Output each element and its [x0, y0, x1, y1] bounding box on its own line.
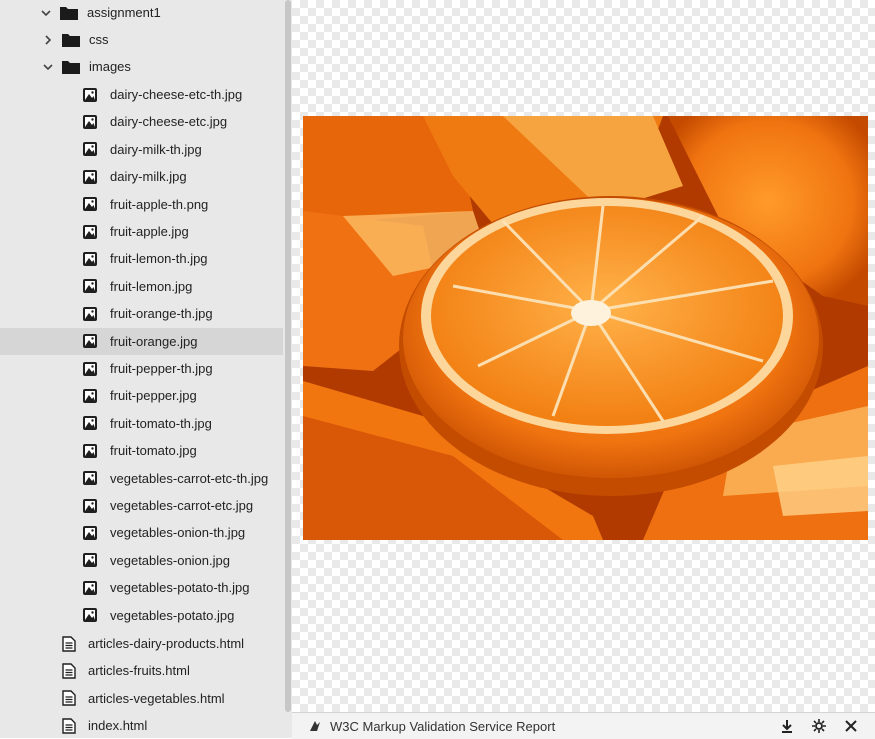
html-file-icon [62, 635, 76, 652]
image-file-icon [82, 361, 98, 377]
tree-file-label: fruit-pepper-th.jpg [110, 361, 213, 376]
orange-image [303, 116, 868, 540]
folder-icon [60, 6, 78, 20]
image-file-icon [82, 525, 98, 541]
tree-file-image[interactable]: vegetables-onion.jpg [0, 547, 292, 574]
chevron-down-icon[interactable] [42, 61, 54, 73]
tree-file-image[interactable]: fruit-orange.jpg [0, 327, 292, 355]
image-file-icon [82, 388, 98, 404]
image-file-icon [82, 251, 98, 267]
tree-file-label: fruit-pepper.jpg [110, 388, 197, 404]
tree-file-image[interactable]: vegetables-onion-th.jpg [0, 519, 292, 546]
tree-file-image[interactable]: dairy-cheese-etc.jpg [0, 108, 292, 135]
tree-file-label: fruit-lemon-th.jpg [110, 251, 208, 267]
image-file-icon [82, 278, 98, 294]
tree-folder-assignment1[interactable]: assignment1 [0, 0, 292, 26]
tree-file-label: fruit-orange.jpg [110, 333, 198, 349]
image-file-icon [82, 498, 98, 514]
tree-file-label: fruit-orange-th.jpg [110, 306, 213, 322]
image-file-icon [82, 196, 98, 212]
tree-file-label: dairy-milk-th.jpg [110, 141, 202, 157]
tree-folder-css[interactable]: css [0, 26, 292, 53]
image-file-icon [82, 306, 98, 322]
tree-file-label: fruit-lemon.jpg [110, 278, 193, 294]
folder-icon [62, 33, 80, 47]
folder-icon [62, 60, 80, 74]
tree-file-image[interactable]: fruit-apple.jpg [0, 218, 292, 245]
image-file-icon [82, 580, 98, 596]
tree-file-label: vegetables-potato.jpg [110, 607, 235, 623]
tree-file-label: fruit-tomato-th.jpg [110, 415, 212, 431]
tree-file-image[interactable]: vegetables-carrot-etc.jpg [0, 492, 292, 519]
w3c-validator-icon [308, 719, 322, 733]
tree-file-image[interactable]: fruit-pepper-th.jpg [0, 355, 292, 382]
tree-file-label: index.html [88, 718, 148, 734]
validation-panel-header: W3C Markup Validation Service Report [292, 712, 875, 739]
tree-file-image[interactable]: dairy-milk.jpg [0, 163, 292, 190]
html-file-icon [62, 663, 76, 679]
tree-file-image[interactable]: fruit-lemon-th.jpg [0, 245, 292, 272]
tree-file-label: dairy-cheese-etc-th.jpg [110, 87, 243, 102]
tree-file-image[interactable]: fruit-orange-th.jpg [0, 300, 292, 327]
tree-file-image[interactable]: fruit-pepper.jpg [0, 382, 292, 409]
tree-file-image[interactable]: vegetables-potato.jpg [0, 602, 292, 629]
tree-file-label: articles-fruits.html [88, 663, 190, 679]
tree-file-html[interactable]: articles-dairy-products.html [0, 630, 292, 657]
orange-photo [303, 116, 868, 540]
tree-folder-label: images [89, 59, 131, 74]
image-file-icon [82, 114, 98, 130]
tree-file-image[interactable]: dairy-cheese-etc-th.jpg [0, 81, 292, 108]
tree-file-label: dairy-cheese-etc.jpg [110, 114, 228, 130]
tree-file-image[interactable]: vegetables-carrot-etc-th.jpg [0, 465, 292, 492]
tree-file-label: fruit-apple.jpg [110, 224, 189, 239]
tree-file-label: fruit-apple-th.png [110, 196, 209, 212]
download-icon[interactable] [779, 718, 795, 734]
settings-icon[interactable] [811, 718, 827, 734]
tree-file-html[interactable]: index.html [0, 712, 292, 738]
tree-file-label: vegetables-onion.jpg [110, 552, 230, 568]
tree-file-label: vegetables-potato-th.jpg [110, 580, 250, 596]
tree-file-image[interactable]: vegetables-potato-th.jpg [0, 574, 292, 601]
chevron-down-icon[interactable] [40, 7, 52, 19]
sidebar-scrollbar[interactable] [283, 0, 292, 738]
panel-title: W3C Markup Validation Service Report [330, 718, 556, 734]
html-file-icon [62, 717, 76, 734]
tree-file-label: vegetables-carrot-etc-th.jpg [110, 470, 269, 486]
tree-file-label: vegetables-carrot-etc.jpg [110, 498, 254, 513]
tree-file-image[interactable]: dairy-milk-th.jpg [0, 136, 292, 163]
tree-folder-label: css [89, 32, 109, 47]
chevron-right-icon[interactable] [42, 34, 54, 46]
scrollbar-thumb[interactable] [285, 0, 291, 712]
html-file-icon [62, 690, 76, 706]
tree-file-html[interactable]: articles-vegetables.html [0, 685, 292, 712]
image-file-icon [82, 87, 98, 103]
tree-file-label: dairy-milk.jpg [110, 169, 187, 185]
tree-file-html[interactable]: articles-fruits.html [0, 657, 292, 684]
tree-file-label: articles-dairy-products.html [88, 636, 245, 651]
project-sidebar: assignment1 css images dairy-cheese-etc-… [0, 0, 292, 738]
tree-file-image[interactable]: fruit-tomato.jpg [0, 437, 292, 464]
tree-file-label: fruit-tomato.jpg [110, 443, 197, 459]
image-file-icon [82, 443, 98, 459]
tree-file-image[interactable]: fruit-tomato-th.jpg [0, 410, 292, 437]
image-file-icon [82, 607, 98, 623]
image-file-icon [82, 333, 98, 349]
image-file-icon [82, 141, 98, 157]
tree-folder-images[interactable]: images [0, 53, 292, 80]
image-file-icon [82, 169, 98, 185]
tree-folder-label: assignment1 [87, 5, 161, 20]
image-file-icon [82, 415, 98, 431]
tree-file-image[interactable]: fruit-lemon.jpg [0, 273, 292, 300]
tree-file-label: vegetables-onion-th.jpg [110, 525, 246, 541]
tree-file-label: articles-vegetables.html [88, 690, 225, 706]
image-file-icon [82, 552, 98, 568]
tree-file-image[interactable]: fruit-apple-th.png [0, 191, 292, 218]
close-icon[interactable] [843, 718, 859, 734]
image-file-icon [82, 470, 98, 486]
image-file-icon [82, 224, 98, 240]
image-preview-area [292, 0, 875, 712]
